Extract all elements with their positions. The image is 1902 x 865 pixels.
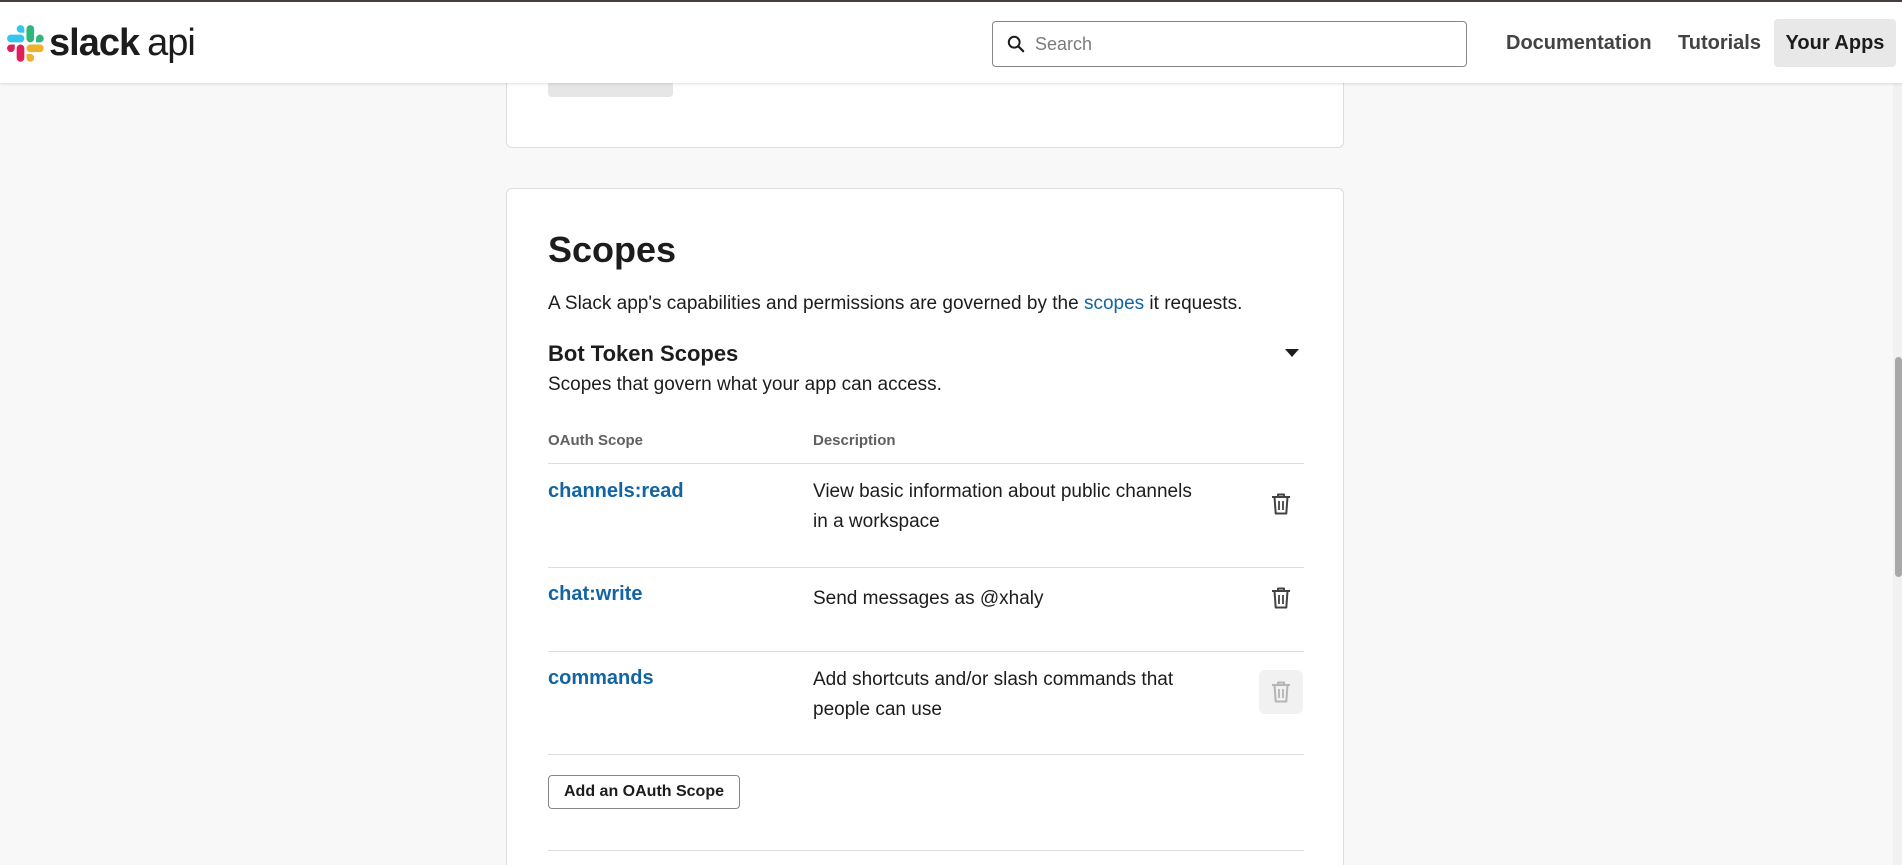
slack-logo-icon bbox=[7, 24, 44, 62]
logo-wordmark: slack api bbox=[49, 22, 196, 64]
nav-tutorials[interactable]: Tutorials bbox=[1678, 19, 1761, 67]
scope-link-chat-write[interactable]: chat:write bbox=[548, 583, 642, 606]
bot-token-scopes-title: Bot Token Scopes bbox=[548, 341, 739, 366]
trash-icon bbox=[1272, 493, 1290, 515]
caret-down-icon[interactable] bbox=[1285, 349, 1299, 357]
scopes-intro-after: it requests. bbox=[1144, 293, 1243, 314]
search-box[interactable] bbox=[992, 21, 1467, 67]
search-input[interactable] bbox=[1035, 33, 1435, 55]
scopes-intro-before: A Slack app's capabilities and permissio… bbox=[548, 293, 1084, 314]
column-header-oauth-scope: OAuth Scope bbox=[548, 432, 644, 449]
top-navigation-bar: slackapi Documentation Tutorials Your Ap… bbox=[0, 0, 1902, 83]
bot-token-scopes-desc: Scopes that govern what your app can acc… bbox=[548, 374, 942, 395]
trash-icon bbox=[1272, 681, 1290, 703]
scope-description: Send messages as @xhaly bbox=[813, 588, 1044, 609]
delete-scope-button-disabled[interactable] bbox=[1259, 670, 1303, 714]
table-divider bbox=[548, 567, 1304, 568]
table-divider bbox=[548, 754, 1304, 755]
table-divider bbox=[548, 651, 1304, 652]
scope-description: View basic information about public chan… bbox=[813, 481, 1192, 532]
column-header-description: Description bbox=[813, 432, 896, 449]
search-icon bbox=[1007, 35, 1025, 53]
section-divider bbox=[548, 850, 1304, 851]
add-oauth-scope-button[interactable]: Add an OAuth Scope bbox=[548, 775, 740, 809]
scopes-doc-link[interactable]: scopes bbox=[1084, 293, 1144, 314]
logo-api-text: api bbox=[147, 22, 196, 64]
logo-slack-text: slack bbox=[49, 22, 140, 64]
trash-icon bbox=[1272, 587, 1290, 609]
nav-your-apps[interactable]: Your Apps bbox=[1774, 19, 1896, 67]
scopes-title: Scopes bbox=[548, 229, 677, 270]
scope-description: Add shortcuts and/or slash commands that… bbox=[813, 669, 1174, 720]
delete-scope-button[interactable] bbox=[1259, 576, 1303, 620]
table-divider bbox=[548, 463, 1304, 464]
scope-link-commands[interactable]: commands bbox=[548, 667, 654, 690]
page-scrollbar-thumb[interactable] bbox=[1895, 357, 1902, 577]
delete-scope-button[interactable] bbox=[1259, 482, 1303, 526]
scopes-intro: A Slack app's capabilities and permissio… bbox=[548, 293, 1242, 315]
scopes-card: Scopes A Slack app's capabilities and pe… bbox=[506, 188, 1344, 865]
nav-documentation[interactable]: Documentation bbox=[1506, 19, 1652, 67]
slack-api-logo[interactable]: slack api bbox=[7, 22, 196, 64]
scope-link-channels-read[interactable]: channels:read bbox=[548, 480, 684, 503]
